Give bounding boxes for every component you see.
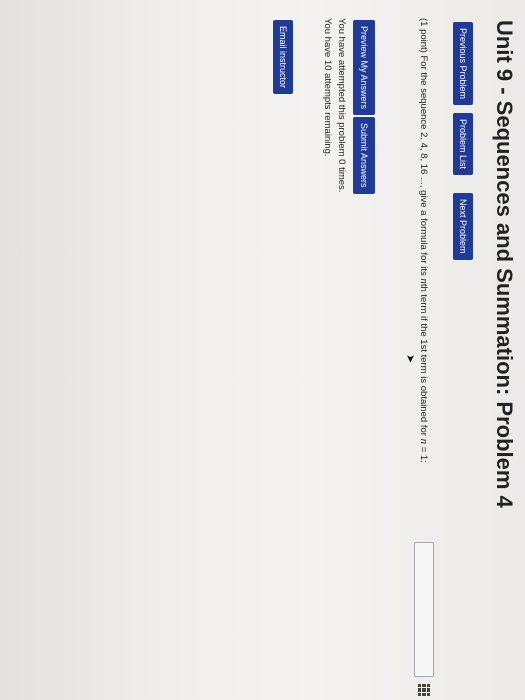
problem-list-button[interactable]: Problem List bbox=[453, 113, 473, 176]
problem-text-mid: th term if the 1st term is obtained for bbox=[418, 283, 429, 439]
pointer-icon: ➤ bbox=[404, 354, 416, 364]
problem-statement: (1 point) For the sequence 2, 4, 8, 16 .… bbox=[418, 18, 430, 463]
email-instructor-button[interactable]: Email instructor bbox=[273, 20, 293, 95]
problem-points: (1 point) bbox=[418, 18, 429, 53]
problem-text-after: = 1: bbox=[418, 444, 429, 463]
grid-icon[interactable] bbox=[418, 684, 430, 696]
problem-text-before: For the sequence 2, 4, 8, 16 ..., give a… bbox=[418, 55, 429, 279]
preview-answers-button[interactable]: Preview My Answers bbox=[353, 20, 375, 116]
previous-problem-button[interactable]: Previous Problem bbox=[453, 22, 473, 106]
answer-input[interactable] bbox=[414, 542, 434, 677]
next-problem-button[interactable]: Next Problem bbox=[453, 193, 473, 260]
remaining-status: You have 10 attempts remaining. bbox=[322, 18, 333, 157]
attempted-status: You have attempted this problem 0 times. bbox=[336, 18, 347, 193]
rotated-page: Unit 9 - Sequences and Summation: Proble… bbox=[0, 0, 525, 700]
page-title: Unit 9 - Sequences and Summation: Proble… bbox=[492, 20, 517, 508]
submit-answers-button[interactable]: Submit Answers bbox=[353, 117, 375, 194]
